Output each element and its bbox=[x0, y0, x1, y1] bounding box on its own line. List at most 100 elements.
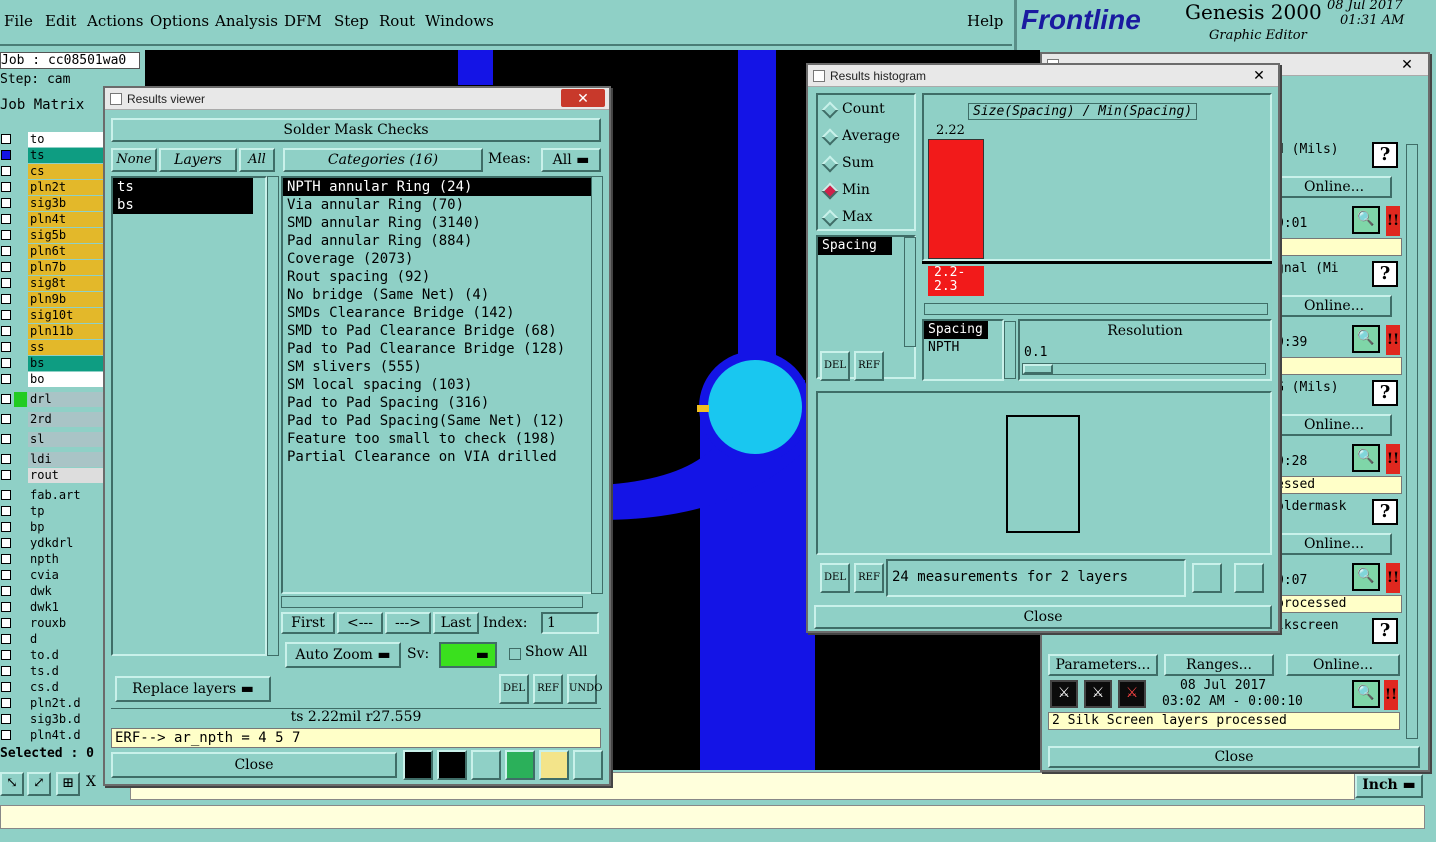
resolution-slider-thumb[interactable] bbox=[1023, 364, 1053, 374]
magnify-icon[interactable]: 🔍 bbox=[1352, 563, 1380, 591]
layer-name[interactable]: rouxb bbox=[28, 616, 103, 631]
layer-name[interactable]: npth bbox=[28, 552, 103, 567]
layer-name[interactable]: pln2t bbox=[28, 180, 103, 195]
online-button[interactable]: Online... bbox=[1276, 533, 1392, 555]
help-button[interactable]: ? bbox=[1372, 142, 1398, 168]
category-item[interactable]: Rout spacing (92) bbox=[283, 268, 591, 286]
layer-name[interactable]: pln4t bbox=[28, 212, 103, 227]
layer-name[interactable]: sig5b bbox=[28, 228, 103, 243]
layer-checkbox[interactable] bbox=[1, 214, 11, 224]
run-icon[interactable]: ⚔ bbox=[1050, 680, 1078, 708]
layer-checkbox[interactable] bbox=[1, 522, 11, 532]
histogram-hscrollbar[interactable] bbox=[924, 303, 1268, 315]
layer-checkbox[interactable] bbox=[1, 166, 11, 176]
grid-tool-icon[interactable]: ⊞ bbox=[56, 772, 80, 796]
magnify-icon[interactable]: 🔍 bbox=[1352, 444, 1380, 472]
category-item[interactable]: SMD annular Ring (3140) bbox=[283, 214, 591, 232]
layer-name[interactable]: sig8t bbox=[28, 276, 103, 291]
layer-checkbox[interactable] bbox=[1, 294, 11, 304]
category-item[interactable]: Partial Clearance on VIA drilled bbox=[283, 448, 591, 466]
menu-rout[interactable]: Rout bbox=[379, 12, 415, 30]
del-button[interactable]: DEL bbox=[499, 674, 529, 704]
mode-option[interactable]: Max bbox=[818, 209, 914, 229]
mode-option[interactable]: Min bbox=[818, 182, 914, 202]
layer-checkbox[interactable] bbox=[1, 506, 11, 516]
erase-icon[interactable] bbox=[471, 750, 501, 780]
auto-zoom-select[interactable]: Auto Zoom ▬ bbox=[285, 642, 401, 668]
show-all-checkbox[interactable] bbox=[509, 648, 521, 660]
layer-checkbox[interactable] bbox=[1, 342, 11, 352]
layer-name[interactable]: cvia bbox=[28, 568, 103, 583]
results-viewer-close-x[interactable]: ✕ bbox=[561, 89, 605, 107]
layer-name[interactable]: drl bbox=[28, 392, 103, 407]
layer-name[interactable]: ts bbox=[28, 148, 103, 163]
hilite-icon[interactable] bbox=[437, 750, 467, 780]
categories-button[interactable]: Categories (16) bbox=[283, 148, 483, 172]
menu-options[interactable]: Options bbox=[150, 12, 209, 30]
layer-name[interactable]: sig3b.d bbox=[28, 712, 103, 727]
histogram-close-x[interactable]: ✕ bbox=[1244, 66, 1274, 84]
layer-checkbox[interactable] bbox=[1, 714, 11, 724]
layer-checkbox[interactable] bbox=[1, 134, 11, 144]
layer-checkbox[interactable] bbox=[1, 470, 11, 480]
zoom-all-icon[interactable] bbox=[1234, 563, 1264, 593]
layer-checkbox[interactable] bbox=[1, 682, 11, 692]
ref-button[interactable]: REF bbox=[533, 674, 563, 704]
all-button[interactable]: All bbox=[239, 148, 275, 172]
layer-name[interactable]: pln11b bbox=[28, 324, 103, 339]
category-item[interactable]: SMDs Clearance Bridge (142) bbox=[283, 304, 591, 322]
layer-checkbox[interactable] bbox=[1, 326, 11, 336]
layer-checkbox[interactable] bbox=[1, 150, 11, 160]
layer-name[interactable]: pln2t.d bbox=[28, 696, 103, 711]
layer-checkbox[interactable] bbox=[1, 490, 11, 500]
online-button[interactable]: Online... bbox=[1276, 414, 1392, 436]
sv-color-select[interactable]: ▬ bbox=[439, 642, 497, 668]
layer-item[interactable]: bs bbox=[113, 196, 253, 214]
none-button[interactable]: None bbox=[111, 148, 157, 172]
category-item[interactable]: Feature too small to check (198) bbox=[283, 430, 591, 448]
layer-checkbox[interactable] bbox=[1, 454, 11, 464]
online-button[interactable]: Online... bbox=[1276, 176, 1392, 198]
layer-checkbox[interactable] bbox=[1, 414, 11, 424]
layer-checkbox[interactable] bbox=[1, 586, 11, 596]
layer-checkbox[interactable] bbox=[1, 570, 11, 580]
histogram-icon[interactable] bbox=[573, 750, 603, 780]
menu-actions[interactable]: Actions bbox=[87, 12, 143, 30]
categories-list[interactable]: NPTH annular Ring (24) Via annular Ring (… bbox=[281, 176, 593, 594]
menu-step[interactable]: Step bbox=[334, 12, 369, 30]
magnify-icon[interactable]: 🔍 bbox=[1352, 680, 1380, 708]
layer-name[interactable]: cs.d bbox=[28, 680, 103, 695]
layer-name[interactable]: ydkdrl bbox=[28, 536, 103, 551]
help-button[interactable]: ? bbox=[1372, 261, 1398, 287]
layer-checkbox[interactable] bbox=[1, 262, 11, 272]
layer-measure-list[interactable]: Spacing NPTH bbox=[922, 319, 1004, 381]
next-button[interactable]: ---> bbox=[385, 612, 431, 634]
menu-file[interactable]: File bbox=[4, 12, 33, 30]
layer-checkbox[interactable] bbox=[1, 230, 11, 240]
category-item[interactable]: Coverage (2073) bbox=[283, 250, 591, 268]
layer-checkbox[interactable] bbox=[1, 358, 11, 368]
measure-list-scrollbar[interactable] bbox=[904, 237, 916, 347]
layer-name[interactable]: rout bbox=[28, 468, 103, 483]
mode-option[interactable]: Count bbox=[818, 101, 914, 121]
zoom-tool-icon[interactable]: ⤡ bbox=[0, 772, 24, 796]
layer-checkbox[interactable] bbox=[1, 666, 11, 676]
layer-name[interactable]: ts.d bbox=[28, 664, 103, 679]
report-icon[interactable] bbox=[539, 750, 569, 780]
layer-checkbox[interactable] bbox=[1, 394, 11, 404]
histogram-close-button[interactable]: Close bbox=[814, 605, 1272, 629]
prev-button[interactable]: <--- bbox=[337, 612, 383, 634]
category-item[interactable]: Pad annular Ring (884) bbox=[283, 232, 591, 250]
preview-del-button[interactable]: DEL bbox=[820, 563, 850, 593]
radio-icon[interactable] bbox=[821, 155, 839, 173]
layer-measure-item[interactable]: NPTH bbox=[924, 339, 1002, 357]
info-icon[interactable] bbox=[403, 750, 433, 780]
layer-name[interactable]: bo bbox=[28, 372, 103, 387]
radio-icon[interactable] bbox=[821, 182, 839, 200]
measure-tool-icon[interactable]: ⤢ bbox=[27, 772, 51, 796]
menu-analysis[interactable]: Analysis bbox=[215, 12, 278, 30]
hist-ref-button[interactable]: REF bbox=[854, 351, 884, 381]
category-item[interactable]: SMD to Pad Clearance Bridge (68) bbox=[283, 322, 591, 340]
layer-checkbox[interactable] bbox=[1, 602, 11, 612]
online-button[interactable]: Online... bbox=[1276, 295, 1392, 317]
